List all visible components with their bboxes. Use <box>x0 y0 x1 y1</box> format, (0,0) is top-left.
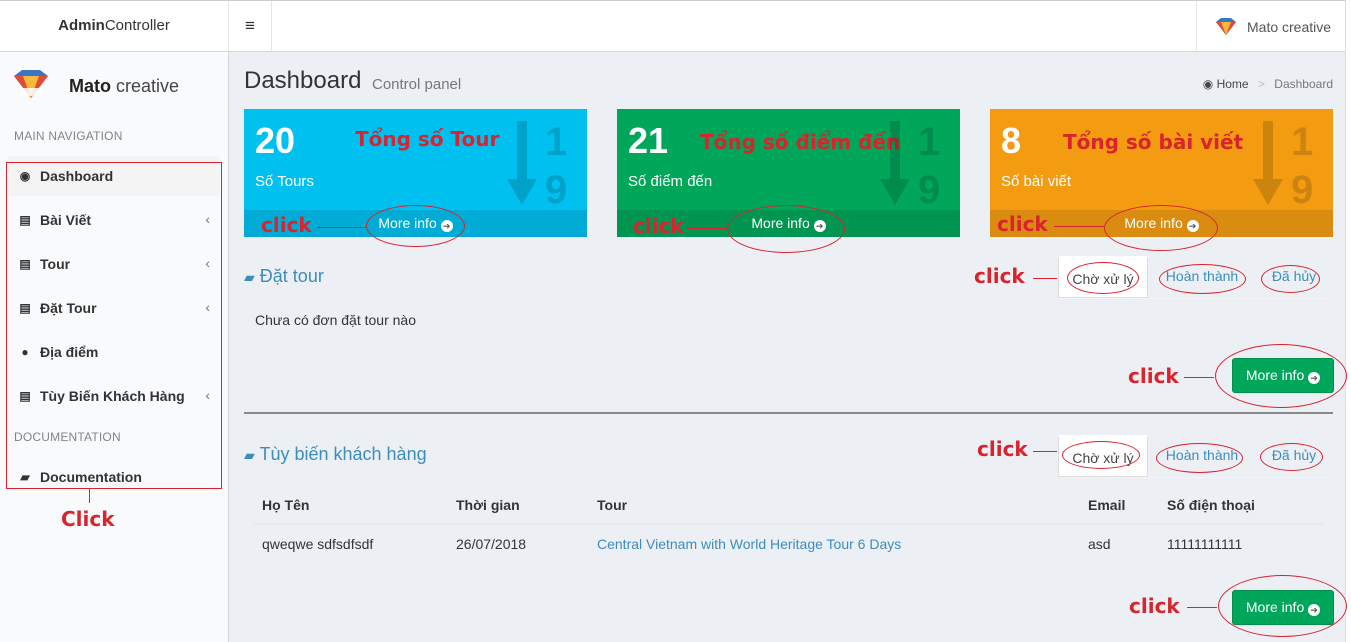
stat-label: Số bài viết <box>1001 173 1072 190</box>
sidebar: Mato creative MAIN NAVIGATION ◉ Dashboar… <box>0 52 229 642</box>
column-header: Thời gian <box>448 486 589 525</box>
annotation-line <box>316 227 366 228</box>
diamond-logo-icon <box>14 70 48 98</box>
annotation-outline <box>6 162 222 489</box>
annotation-ellipse <box>1261 265 1320 293</box>
stat-label: Số Tours <box>255 173 314 190</box>
svg-text:1: 1 <box>1291 120 1313 164</box>
user-menu[interactable]: Mato creative <box>1196 1 1345 53</box>
section-title-text: Tùy biến khách hàng <box>259 444 427 464</box>
breadcrumb: ◉ Home > Dashboard <box>1203 77 1333 91</box>
column-header: Tour <box>589 486 1080 525</box>
cell-name: qweqwe sdfsdfsdf <box>262 536 374 552</box>
annotation-click-label: click <box>633 214 684 238</box>
annotation-line <box>688 228 728 229</box>
brand-bold-text: Admin <box>58 17 105 34</box>
svg-text:1: 1 <box>918 120 940 164</box>
breadcrumb-current: Dashboard <box>1274 77 1333 91</box>
svg-text:9: 9 <box>545 168 567 212</box>
svg-text:1: 1 <box>545 120 567 164</box>
annotation-ellipse <box>1215 344 1347 408</box>
cell-tour: Central Vietnam with World Heritage Tour… <box>589 524 1080 563</box>
empty-orders-message: Chưa có đơn đặt tour nào <box>255 312 416 328</box>
sidebar-toggle-button[interactable]: ≡ <box>229 1 272 53</box>
stat-annotation-title: Tổng số bài viết <box>1063 130 1244 154</box>
annotation-ellipse <box>1156 443 1243 473</box>
annotation-line <box>1184 377 1214 378</box>
breadcrumb-home-link[interactable]: Home <box>1217 77 1249 91</box>
sort-numeric-icon: 1 9 <box>507 120 567 212</box>
tour-link[interactable]: Central Vietnam with World Heritage Tour… <box>597 536 901 552</box>
annotation-line <box>1033 451 1057 452</box>
dashboard-icon: ◉ <box>1202 77 1214 91</box>
annotation-line <box>1054 226 1104 227</box>
page-subtitle: Control panel <box>372 76 462 93</box>
hamburger-icon: ≡ <box>245 16 255 35</box>
cell-phone: 11111111111 <box>1167 536 1243 552</box>
main-navigation-header: MAIN NAVIGATION <box>14 129 123 143</box>
stat-label: Số điểm đến <box>628 173 713 190</box>
annotation-line <box>1033 278 1057 279</box>
top-navbar: AdminController ≡ Mato creative <box>0 0 1351 53</box>
dat-tour-section-title: ▰ Đặt tour <box>244 266 324 287</box>
stat-annotation-title: Tổng số Tour <box>355 127 500 151</box>
annotation-click-label: click <box>977 437 1028 461</box>
annotation-ellipse <box>1159 264 1246 294</box>
window-scrollbar[interactable] <box>1345 0 1351 642</box>
column-header: Họ Tên <box>254 486 448 525</box>
stat-number: 8 <box>1001 120 1022 161</box>
sidebar-brand-rest: creative <box>111 76 180 96</box>
inbox-icon: ▰ <box>244 269 255 285</box>
stat-number: 21 <box>628 120 669 161</box>
brand-rest-text: Controller <box>104 17 170 34</box>
admin-brand[interactable]: AdminController <box>0 1 229 53</box>
breadcrumb-separator: > <box>1257 77 1265 91</box>
cell-email: asd <box>1088 536 1111 552</box>
inbox-icon: ▰ <box>244 447 255 463</box>
svg-text:9: 9 <box>1291 168 1313 212</box>
annotation-click-label: Click <box>61 507 115 531</box>
tuy-bien-section-title: ▰ Tùy biến khách hàng <box>244 444 427 465</box>
table-header-row: Họ Tên Thời gian Tour Email Số điện thoạ… <box>254 486 1323 525</box>
section-title-text: Đặt tour <box>259 266 324 286</box>
annotation-line <box>89 489 90 503</box>
stat-annotation-title: Tổng số điểm đến <box>700 130 901 154</box>
annotation-click-label: click <box>261 213 312 237</box>
sort-numeric-icon: 1 9 <box>1253 120 1313 212</box>
column-header: Email <box>1080 486 1159 525</box>
table-row: qweqwe sdfsdfsdf 26/07/2018 Central Viet… <box>254 524 1323 563</box>
annotation-ellipse <box>1260 443 1323 471</box>
sidebar-brand-bold: Mato <box>69 76 111 96</box>
sort-numeric-icon: 1 9 <box>880 120 940 212</box>
svg-text:9: 9 <box>918 168 940 212</box>
page-title: Dashboard <box>244 67 362 94</box>
annotation-click-label: click <box>997 212 1048 236</box>
diamond-logo-icon <box>1216 18 1236 35</box>
section-divider <box>244 412 1333 414</box>
stat-number: 20 <box>255 120 296 161</box>
annotation-ellipse <box>1104 205 1218 251</box>
annotation-ellipse <box>727 205 845 253</box>
user-name: Mato creative <box>1247 19 1332 35</box>
annotation-ellipse <box>1062 441 1140 469</box>
annotation-ellipse <box>1218 575 1347 637</box>
sidebar-brand: Mato creative <box>69 76 179 97</box>
annotation-click-label: click <box>1128 364 1179 388</box>
annotation-click-label: click <box>1129 594 1180 618</box>
annotation-ellipse <box>366 205 465 247</box>
column-header: Số điện thoại <box>1159 486 1323 525</box>
annotation-line <box>1187 607 1217 608</box>
customer-requests-table: Họ Tên Thời gian Tour Email Số điện thoạ… <box>254 486 1323 563</box>
annotation-click-label: click <box>974 264 1025 288</box>
cell-time: 26/07/2018 <box>456 536 527 552</box>
annotation-ellipse <box>1067 262 1139 294</box>
